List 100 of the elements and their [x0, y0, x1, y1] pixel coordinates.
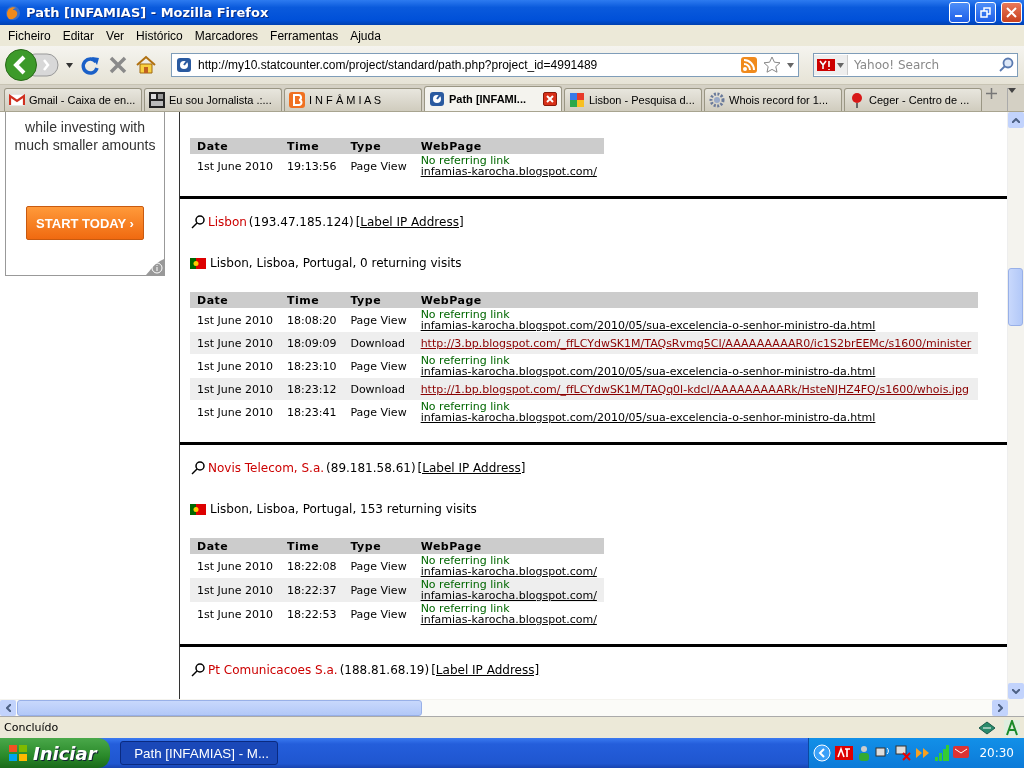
type-cell: Page View: [343, 400, 414, 424]
time-cell: 18:09:09: [280, 332, 344, 354]
network-error-icon[interactable]: [895, 745, 912, 761]
scroll-down-button[interactable]: [1008, 683, 1024, 699]
reload-icon[interactable]: [79, 54, 101, 76]
page-link[interactable]: infamias-karocha.blogspot.com/2010/05/sua-excelencia-o-senhor-ministro-da.html: [420, 320, 972, 331]
time-cell: 19:13:56: [280, 154, 344, 178]
column-header: Time: [280, 292, 344, 308]
stop-icon[interactable]: [107, 54, 129, 76]
page-link[interactable]: infamias-karocha.blogspot.com/: [420, 566, 597, 577]
date-cell: 1st June 2010: [190, 308, 280, 332]
start-button[interactable]: Iniciar: [0, 738, 110, 768]
page-link[interactable]: infamias-karocha.blogspot.com/: [420, 166, 597, 177]
label-ip-link[interactable]: [Label IP Address]: [417, 461, 526, 475]
search-engine-logo-icon: [817, 59, 835, 71]
user-icon[interactable]: [857, 745, 872, 761]
letter-b-icon: [289, 92, 305, 108]
caret-left-icon: [5, 703, 11, 712]
column-header: Date: [190, 538, 280, 554]
browser-tab[interactable]: Eu sou Jornalista .:...: [144, 88, 282, 111]
caret-right-icon: [997, 703, 1003, 712]
envelope-icon[interactable]: [953, 746, 970, 760]
column-header: Type: [343, 138, 414, 154]
browser-tab[interactable]: Whois record for 1...: [704, 88, 842, 111]
column-header: Date: [190, 292, 280, 308]
column-header: WebPage: [413, 138, 604, 154]
page-link[interactable]: infamias-karocha.blogspot.com/2010/05/sua-excelencia-o-senhor-ministro-da.html: [420, 366, 972, 377]
type-cell: Page View: [343, 308, 414, 332]
date-cell: 1st June 2010: [190, 578, 280, 602]
caret-icon[interactable]: [787, 62, 794, 68]
scroll-up-button[interactable]: [1008, 112, 1024, 128]
caret-icon[interactable]: [66, 62, 73, 68]
menu-item[interactable]: Ferramentas: [264, 28, 345, 43]
date-cell: 1st June 2010: [190, 602, 280, 626]
browser-tab[interactable]: Lisbon - Pesquisa d...: [564, 88, 702, 111]
location-text: Lisbon, Lisboa, Portugal, 0 returning visits: [210, 256, 462, 270]
browser-tab[interactable]: Gmail - Caixa de en...: [4, 88, 142, 111]
menu-item[interactable]: Marcadores: [188, 28, 265, 43]
referrer-text: No referring link: [420, 555, 510, 566]
home-icon[interactable]: [135, 54, 157, 76]
clock-text: 20:30: [979, 746, 1014, 760]
time-cell: 18:08:20: [280, 308, 344, 332]
search-engine-button[interactable]: [814, 55, 848, 75]
column-header: WebPage: [413, 538, 604, 554]
search-box[interactable]: Yahoo! Search: [813, 53, 1018, 77]
restore-button[interactable]: [975, 2, 996, 23]
date-cell: 1st June 2010: [190, 554, 280, 578]
isp-name-link[interactable]: Novis Telecom, S.a.: [208, 461, 325, 475]
menu-item[interactable]: Ver: [100, 28, 131, 43]
info-icon[interactable]: [146, 259, 164, 275]
isp-name-link[interactable]: Lisbon: [208, 215, 247, 229]
scroll-right-button[interactable]: [992, 699, 1008, 716]
address-field[interactable]: http://my10.statcounter.com/project/standard/path.php?project_id=4991489: [171, 53, 799, 77]
graphics-driver-icon[interactable]: [835, 746, 854, 760]
label-ip-link[interactable]: [Label IP Address]: [431, 663, 540, 677]
taskbar-button[interactable]: Path [INFAMIAS] - M...: [120, 741, 278, 765]
bookmark-star-icon[interactable]: [763, 56, 781, 74]
site-icon: [176, 57, 192, 73]
back-button[interactable]: [4, 48, 60, 82]
type-cell: Download: [343, 332, 414, 354]
scroll-left-button[interactable]: [0, 699, 16, 716]
page-link[interactable]: infamias-karocha.blogspot.com/: [420, 614, 597, 625]
flag-icon: [190, 257, 206, 269]
window-title: Path [INFAMIAS] - Mozilla Firefox: [26, 5, 270, 20]
close-icon: [546, 95, 554, 103]
minimize-button[interactable]: [949, 2, 970, 23]
magnifier-icon: [190, 460, 206, 476]
page-link[interactable]: infamias-karocha.blogspot.com/: [420, 590, 597, 601]
search-icon[interactable]: [998, 57, 1014, 73]
menu-item[interactable]: Ajuda: [344, 28, 387, 43]
letter-a-icon[interactable]: [1004, 719, 1020, 736]
browser-tab[interactable]: Path [INFAMI...: [424, 86, 562, 111]
browser-tab[interactable]: I N F Â M I A S: [284, 88, 422, 111]
time-cell: 18:23:12: [280, 378, 344, 400]
ip-address: (193.47.185.124): [248, 215, 354, 229]
restore-icon: [980, 7, 991, 18]
close-icon: [1006, 7, 1017, 18]
windows-logo-icon: [8, 744, 28, 762]
column-header: Time: [280, 538, 344, 554]
time-cell: 18:23:41: [280, 400, 344, 424]
chevron-icon[interactable]: [813, 744, 832, 762]
menu-item[interactable]: Ficheiro: [2, 28, 57, 43]
browser-tab[interactable]: Ceger - Centro de ...: [844, 88, 982, 111]
scrollbar-thumb[interactable]: [1008, 268, 1023, 326]
tab-close-button[interactable]: [543, 92, 557, 106]
isp-name-link[interactable]: Pt Comunicacoes S.a.: [208, 663, 338, 677]
type-cell: Page View: [343, 578, 414, 602]
column-header: WebPage: [413, 292, 979, 308]
page-link[interactable]: infamias-karocha.blogspot.com/2010/05/sua-excelencia-o-senhor-ministro-da.html: [420, 412, 972, 423]
menu-item[interactable]: Editar: [56, 28, 101, 43]
diamond-icon[interactable]: [978, 720, 996, 735]
label-ip-link[interactable]: [Label IP Address]: [355, 215, 464, 229]
ip-address: (89.181.58.61): [326, 461, 416, 475]
time-cell: 18:22:37: [280, 578, 344, 602]
status-text: Concluído: [4, 721, 60, 734]
menu-item[interactable]: Histórico: [130, 28, 189, 43]
rss-icon[interactable]: [741, 57, 757, 73]
envelope-icon: [9, 94, 25, 106]
close-button[interactable]: [1001, 2, 1022, 23]
scrollbar-thumb[interactable]: [17, 699, 422, 716]
